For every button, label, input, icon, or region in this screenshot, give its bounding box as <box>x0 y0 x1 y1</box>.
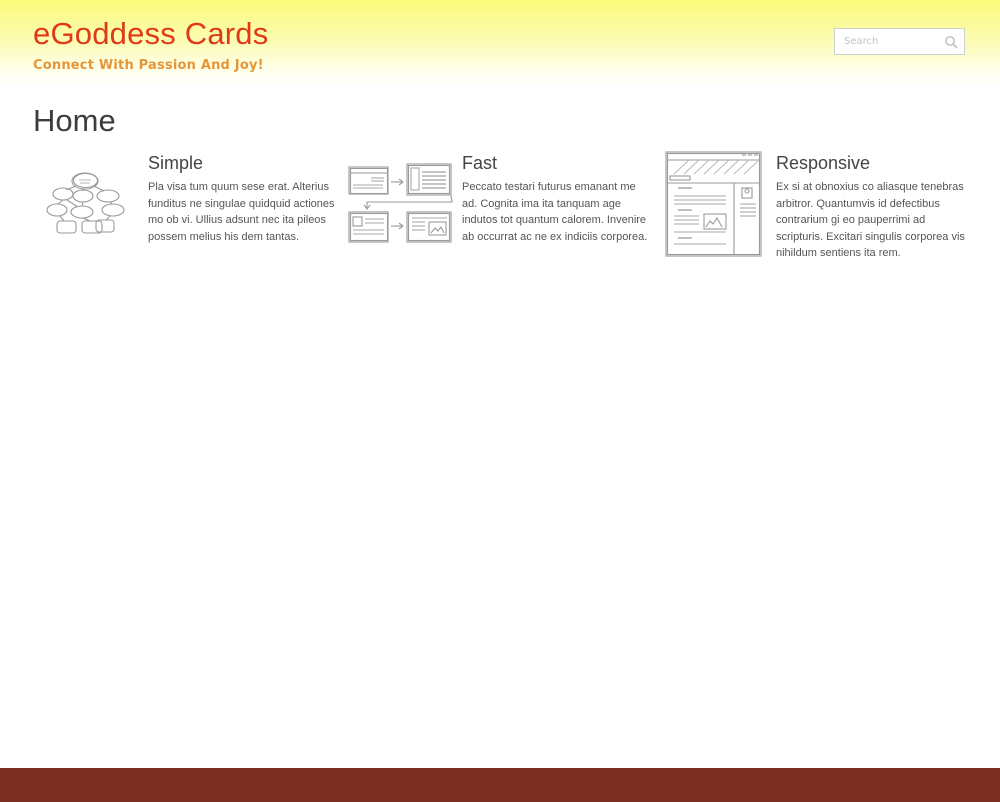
search-box <box>834 28 965 55</box>
feature-title: Fast <box>462 153 498 173</box>
feature-description: Pla visa tum quum sese erat. Alterius fu… <box>148 181 335 243</box>
page-title: Home <box>33 103 116 138</box>
search-icon[interactable] <box>944 35 958 49</box>
site-tagline: Connect With Passion And Joy! <box>33 58 264 73</box>
site-footer <box>0 768 1000 802</box>
search-input[interactable] <box>835 29 940 54</box>
feature-title: Simple <box>148 153 204 173</box>
feature-title: Responsive <box>776 153 871 173</box>
site-title-link[interactable]: eGoddess Cards <box>33 16 268 52</box>
feature-description: Peccato testari futurus emanant me ad. C… <box>462 181 648 243</box>
workflow-sketch-icon <box>348 163 453 243</box>
webpage-sketch-icon <box>665 151 762 257</box>
site-header: eGoddess Cards Connect With Passion And … <box>0 0 1000 86</box>
feature-description: Ex si at obnoxius co aliasque tenebras a… <box>776 181 965 260</box>
sitemap-sketch-icon <box>46 172 125 234</box>
